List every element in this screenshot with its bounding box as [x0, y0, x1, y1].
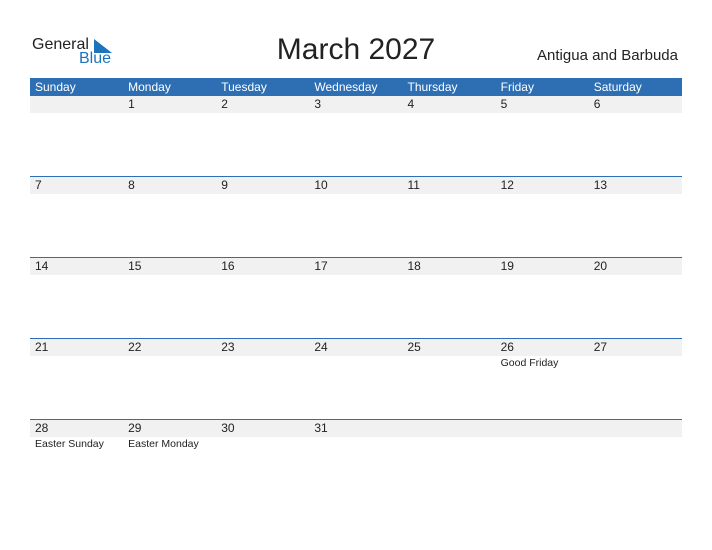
weekday-saturday: Saturday: [593, 80, 642, 94]
day-number: 21: [35, 340, 49, 354]
events-row: Easter Sunday Easter Monday: [30, 437, 682, 451]
weekday-tuesday: Tuesday: [221, 80, 267, 94]
holiday-label: [123, 356, 216, 370]
day-number: [403, 420, 496, 437]
day-number: [589, 420, 682, 437]
date-strip: 21 22 23 24 25 26 27: [30, 339, 682, 356]
holiday-label: [403, 356, 496, 370]
holiday-label: [309, 437, 402, 451]
holiday-label: [309, 356, 402, 370]
day-number: [496, 420, 589, 437]
weekday-sunday: Sunday: [35, 80, 76, 94]
holiday-label: [589, 356, 682, 370]
day-number: 22: [128, 340, 142, 354]
day-number: 3: [314, 97, 322, 111]
day-number: 2: [221, 97, 228, 111]
day-number: 25: [407, 340, 421, 354]
events-row: Good Friday: [30, 356, 682, 370]
day-number: 10: [314, 178, 328, 192]
day-number: 13: [593, 178, 608, 192]
day-number: 9: [221, 178, 228, 192]
country-label: Antigua and Barbuda: [537, 47, 678, 64]
day-number: [30, 96, 123, 113]
holiday-label: [403, 437, 496, 451]
date-strip: 7 8 9 10 11 12 13: [30, 177, 682, 194]
day-number: 11: [407, 178, 420, 192]
date-strip: 28 29 30 31: [30, 420, 682, 437]
date-strip: 14 15 16 17 18 19 20: [30, 258, 682, 275]
day-number: 18: [407, 259, 421, 273]
day-number: 24: [314, 340, 328, 354]
day-number: 31: [314, 421, 328, 435]
holiday-label: [216, 356, 309, 370]
day-number: 28: [35, 421, 49, 435]
weekday-header: Sunday Monday Tuesday Wednesday Thursday Frid…: [30, 78, 682, 96]
weekday-friday: Friday: [500, 80, 534, 94]
day-number: 6: [593, 97, 601, 111]
day-number: 20: [593, 259, 608, 273]
day-number: 4: [407, 97, 415, 111]
day-number: 19: [500, 259, 514, 273]
day-number: 8: [128, 178, 135, 192]
weekday-wednesday: Wednesday: [314, 80, 378, 94]
holiday-label: Good Friday: [500, 357, 559, 369]
day-number: 1: [128, 97, 135, 111]
week-row: 28 29 30 31 Easter Sunday Easter Monday: [30, 419, 682, 451]
day-number: 5: [500, 97, 508, 111]
day-number: 23: [221, 340, 235, 354]
holiday-label: [496, 437, 589, 451]
holiday-label: Easter Monday: [128, 438, 199, 450]
day-number: 29: [128, 421, 142, 435]
day-number: 17: [314, 259, 328, 273]
week-row: 7 8 9 10 11 12 13: [30, 176, 682, 194]
holiday-label: Easter Sunday: [35, 438, 104, 450]
holiday-label: [589, 437, 682, 451]
day-number: 7: [35, 178, 42, 192]
date-strip: 1 2 3 4 5 6: [30, 96, 682, 113]
weekday-thursday: Thursday: [407, 80, 458, 94]
day-number: 15: [128, 259, 142, 273]
day-number: 27: [593, 340, 608, 354]
day-number: 14: [35, 259, 49, 273]
day-number: 26: [500, 340, 514, 354]
day-number: 12: [500, 178, 514, 192]
week-row: 21 22 23 24 25 26 27 Good Friday: [30, 338, 682, 370]
day-number: 16: [221, 259, 235, 273]
week-row: 1 2 3 4 5 6: [30, 96, 682, 113]
holiday-label: [216, 437, 309, 451]
holiday-label: [30, 356, 123, 370]
day-number: 30: [221, 421, 235, 435]
weekday-monday: Monday: [128, 80, 171, 94]
week-row: 14 15 16 17 18 19 20: [30, 257, 682, 275]
